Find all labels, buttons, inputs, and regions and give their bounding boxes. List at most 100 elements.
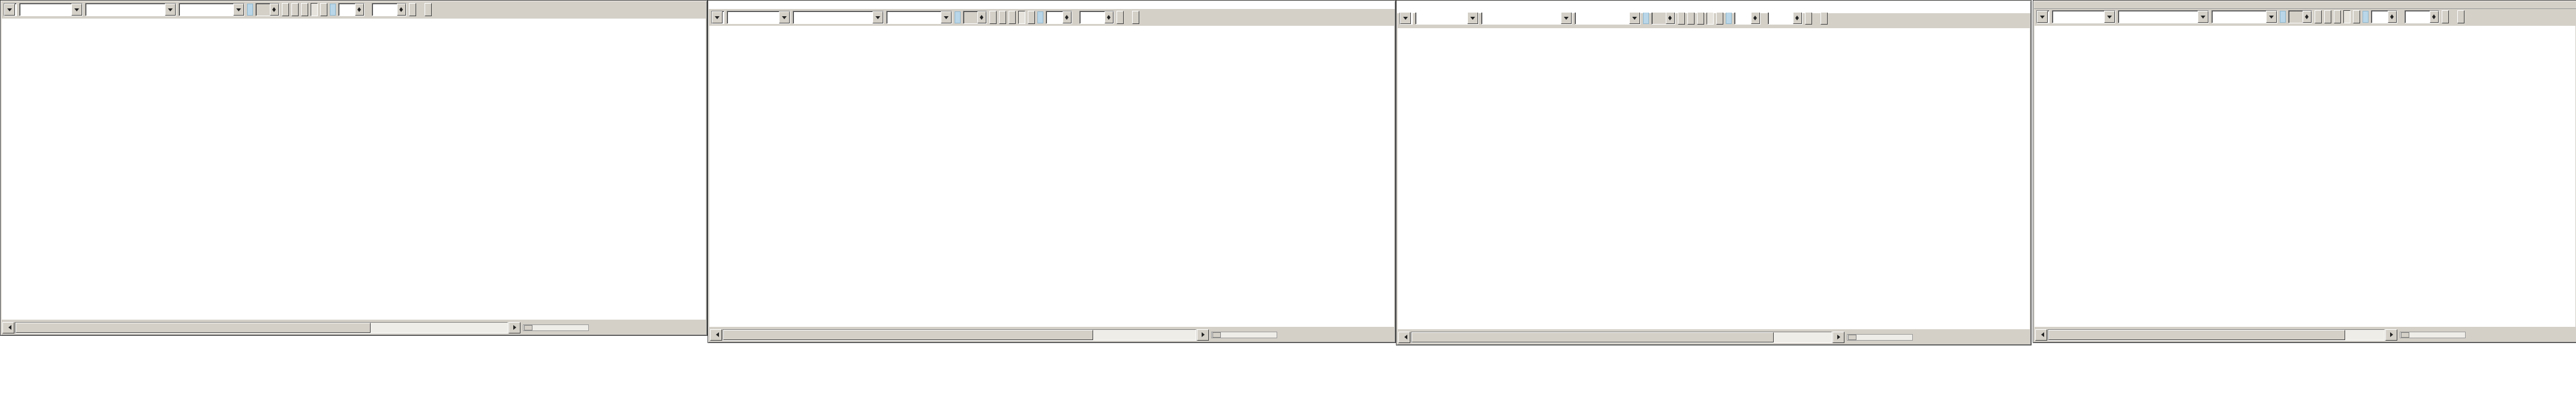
- dropdown-arrow-icon[interactable]: [1467, 13, 1478, 24]
- multi-symbol-button[interactable]: [1820, 13, 1828, 25]
- scroll-right-button[interactable]: [508, 322, 520, 333]
- bars-stepper[interactable]: [1768, 13, 1802, 25]
- dropdown-arrow-icon[interactable]: [2266, 11, 2277, 23]
- period-day-button[interactable]: [1678, 13, 1685, 25]
- scroll-track[interactable]: [2048, 329, 2385, 341]
- period-minute-button[interactable]: [1018, 11, 1025, 24]
- instrument-combo[interactable]: [793, 11, 884, 24]
- zoom-slider-thumb[interactable]: [1848, 335, 1856, 340]
- zoom-slider[interactable]: [2400, 332, 2466, 338]
- zoom-slider-thumb[interactable]: [1212, 332, 1221, 338]
- zoom-slider-thumb[interactable]: [2401, 332, 2409, 338]
- period-week-button[interactable]: [291, 3, 299, 16]
- instrument-combo[interactable]: [85, 3, 176, 16]
- bar-count-stepper[interactable]: [2288, 10, 2312, 23]
- style-combo[interactable]: [2036, 10, 2050, 23]
- apply-button[interactable]: [2442, 10, 2449, 23]
- scroll-right-button[interactable]: [1197, 329, 1209, 341]
- multi-symbol-button[interactable]: [2457, 10, 2464, 23]
- spin-updown-icon[interactable]: [355, 4, 364, 16]
- period-week-button[interactable]: [999, 11, 1006, 24]
- minute-stepper[interactable]: [1046, 11, 1072, 24]
- contract-combo[interactable]: [2211, 10, 2277, 23]
- spin-updown-icon[interactable]: [1666, 13, 1675, 24]
- period-month-button[interactable]: [2334, 10, 2341, 23]
- period-week-button[interactable]: [1687, 13, 1695, 25]
- spin-updown-icon[interactable]: [2430, 11, 2439, 23]
- minute-stepper[interactable]: [2371, 10, 2397, 23]
- scroll-track[interactable]: [1411, 332, 1832, 343]
- scroll-thumb[interactable]: [16, 323, 371, 333]
- contract-combo[interactable]: [1575, 13, 1641, 25]
- period-week-button[interactable]: [2324, 10, 2331, 23]
- dropdown-arrow-icon[interactable]: [712, 11, 723, 23]
- scroll-left-button[interactable]: [2035, 329, 2047, 341]
- style-combo[interactable]: [711, 11, 724, 24]
- style-combo[interactable]: [4, 3, 17, 16]
- apply-button[interactable]: [1117, 11, 1124, 24]
- zoom-slider[interactable]: [523, 324, 589, 331]
- dropdown-arrow-icon[interactable]: [1561, 13, 1572, 24]
- instrument-combo[interactable]: [2118, 10, 2209, 23]
- instrument-combo[interactable]: [1481, 13, 1572, 25]
- period-tick-button[interactable]: [2353, 10, 2360, 23]
- dropdown-arrow-icon[interactable]: [233, 4, 244, 16]
- period-month-button[interactable]: [301, 3, 308, 16]
- period-tick-button[interactable]: [1028, 11, 1035, 24]
- scroll-thumb[interactable]: [2048, 330, 2345, 340]
- minute-stepper[interactable]: [1734, 13, 1761, 25]
- period-month-button[interactable]: [1697, 13, 1704, 25]
- dropdown-arrow-icon[interactable]: [71, 4, 82, 16]
- period-day-button[interactable]: [989, 11, 997, 24]
- scroll-thumb[interactable]: [723, 330, 1093, 340]
- bar-count-stepper[interactable]: [255, 3, 279, 16]
- apply-button[interactable]: [1805, 13, 1812, 25]
- dropdown-arrow-icon[interactable]: [1400, 13, 1411, 24]
- period-month-button[interactable]: [1009, 11, 1016, 24]
- zoom-slider[interactable]: [1847, 334, 1913, 341]
- period-tick-button[interactable]: [1716, 13, 1723, 25]
- apply-button[interactable]: [409, 3, 416, 16]
- spin-updown-icon[interactable]: [270, 4, 279, 16]
- contract-combo[interactable]: [886, 11, 952, 24]
- category-combo[interactable]: [2052, 10, 2115, 23]
- period-tick-button[interactable]: [320, 3, 327, 16]
- scroll-left-button[interactable]: [2, 322, 14, 333]
- category-combo[interactable]: [727, 11, 790, 24]
- period-minute-button[interactable]: [1707, 13, 1714, 25]
- spin-updown-icon[interactable]: [397, 4, 406, 16]
- spin-updown-icon[interactable]: [1751, 13, 1760, 24]
- bar-count-stepper[interactable]: [963, 11, 987, 24]
- spin-updown-icon[interactable]: [1793, 13, 1802, 24]
- scroll-track[interactable]: [15, 322, 508, 333]
- dropdown-arrow-icon[interactable]: [779, 11, 790, 23]
- dropdown-arrow-icon[interactable]: [1629, 13, 1640, 24]
- bars-stepper[interactable]: [1079, 11, 1114, 24]
- dropdown-arrow-icon[interactable]: [2104, 11, 2115, 23]
- scroll-track[interactable]: [723, 329, 1196, 341]
- spin-updown-icon[interactable]: [2388, 11, 2397, 23]
- dropdown-arrow-icon[interactable]: [4, 4, 15, 16]
- period-minute-button[interactable]: [2343, 10, 2351, 23]
- bars-stepper[interactable]: [372, 3, 407, 16]
- zoom-slider-thumb[interactable]: [524, 325, 532, 330]
- period-day-button[interactable]: [2315, 10, 2322, 23]
- category-combo[interactable]: [1415, 13, 1479, 25]
- spin-updown-icon[interactable]: [1105, 11, 1114, 23]
- dropdown-arrow-icon[interactable]: [2198, 11, 2208, 23]
- category-combo[interactable]: [19, 3, 83, 16]
- period-minute-button[interactable]: [311, 3, 318, 16]
- scroll-right-button[interactable]: [1832, 332, 1844, 343]
- scroll-left-button[interactable]: [710, 329, 722, 341]
- bars-stepper[interactable]: [2405, 10, 2439, 23]
- multi-symbol-button[interactable]: [425, 3, 432, 16]
- dropdown-arrow-icon[interactable]: [941, 11, 952, 23]
- spin-updown-icon[interactable]: [977, 11, 986, 23]
- contract-combo[interactable]: [179, 3, 245, 16]
- bar-count-stepper[interactable]: [1651, 13, 1675, 25]
- style-combo[interactable]: [1400, 13, 1413, 25]
- scroll-thumb[interactable]: [1412, 332, 1774, 342]
- zoom-slider[interactable]: [1211, 332, 1277, 338]
- minute-stepper[interactable]: [338, 3, 365, 16]
- dropdown-arrow-icon[interactable]: [165, 4, 176, 16]
